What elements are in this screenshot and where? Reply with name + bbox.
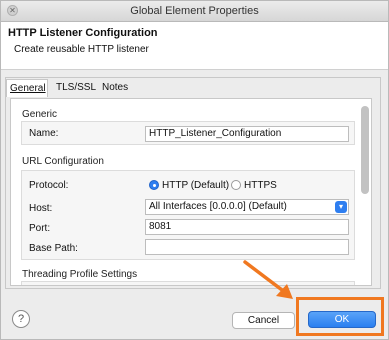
arrow-icon — [243, 260, 293, 299]
